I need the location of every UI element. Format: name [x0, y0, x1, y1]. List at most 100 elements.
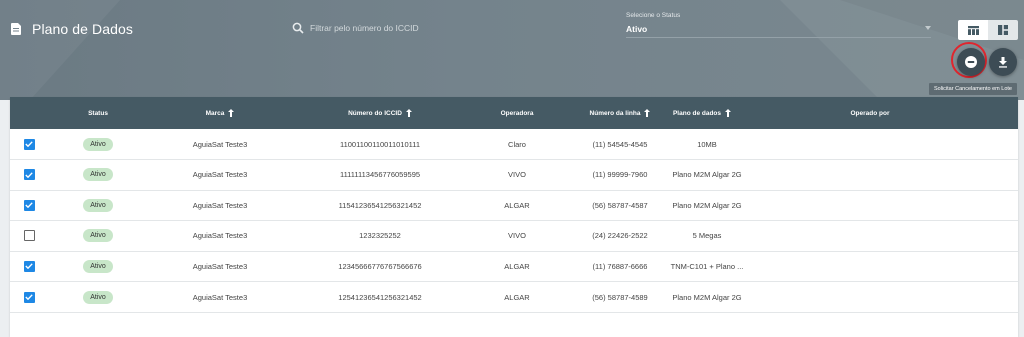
table-row[interactable]: Ativo AguiaSat Teste3 12345666776767566676… [10, 251, 1018, 283]
column-header-label: Número do ICCID [348, 109, 402, 117]
search-icon [292, 22, 304, 34]
status-select-value: Ativo [626, 24, 648, 34]
operadora-cell: ALGAR [504, 292, 530, 302]
row-checkbox-cell [22, 190, 36, 220]
column-header-operado-por[interactable]: Operado por [820, 97, 920, 129]
iccid-cell: 1232325252 [359, 231, 401, 241]
check-icon [25, 171, 33, 178]
page-title: Plano de Dados [32, 21, 134, 37]
marca-cell: AguiaSat Teste3 [192, 200, 248, 210]
status-select-label: Selecione o Status [626, 12, 681, 19]
table-row[interactable]: Ativo AguiaSat Teste3 11541236541256321452… [10, 190, 1018, 222]
marca-cell: AguiaSat Teste3 [192, 261, 248, 271]
row-checkbox[interactable] [23, 138, 35, 150]
plano-cell: TNM-C101 + Plano ... [670, 261, 744, 271]
operado-cell [820, 251, 920, 281]
plano-cell: Plano M2M Algar 2G [672, 200, 742, 210]
operadora-cell: VIVO [508, 170, 526, 180]
chevron-down-icon [925, 26, 931, 30]
operado-cell [820, 160, 920, 190]
search-input[interactable] [310, 23, 570, 33]
column-header-label: Operado por [850, 109, 890, 117]
linha-cell: (11) 99999-7960 [592, 170, 648, 180]
table-row[interactable]: Ativo AguiaSat Teste3 1232325252 VIVO (24) 2… [10, 221, 1018, 252]
status-cell: Ativo [68, 190, 128, 220]
sort-arrow-up-icon [725, 109, 732, 117]
row-checkbox-cell [22, 221, 36, 251]
column-header-label: Número da linha [589, 109, 641, 117]
table-row[interactable]: Ativo AguiaSat Teste3 11001100110011010111… [10, 129, 1018, 160]
column-header-label: Status [88, 109, 108, 117]
column-header-iccid[interactable]: Número do ICCID [320, 97, 440, 129]
row-checkbox-cell [22, 129, 36, 159]
check-icon [25, 141, 33, 147]
row-checkbox[interactable] [23, 260, 35, 272]
marca-cell: AguiaSat Teste3 [192, 139, 248, 149]
operadora-cell: VIVO [508, 231, 526, 241]
document-icon [11, 23, 21, 35]
column-header-status[interactable]: Status [68, 97, 128, 129]
column-header-label: Operadora [500, 109, 534, 117]
status-badge: Ativo [83, 290, 113, 304]
tooltip: Solicitar Cancelamento em Lote [929, 83, 1017, 95]
sort-arrow-up-icon [405, 109, 412, 117]
plano-cell: 10MB [697, 139, 717, 149]
status-badge: Ativo [83, 168, 113, 182]
status-cell: Ativo [68, 251, 128, 281]
iccid-cell: 11541236541256321452 [338, 200, 422, 210]
row-checkbox-cell [22, 282, 36, 312]
row-checkbox-cell [22, 160, 36, 190]
page-title-group: Plano de Dados [11, 21, 133, 37]
download-button[interactable] [989, 48, 1017, 76]
status-cell: Ativo [68, 221, 128, 251]
marca-cell: AguiaSat Teste3 [192, 292, 248, 302]
row-checkbox[interactable] [23, 169, 35, 181]
status-badge: Ativo [83, 229, 113, 243]
marca-cell: AguiaSat Teste3 [192, 170, 248, 180]
operado-cell [820, 221, 920, 251]
linha-cell: (24) 22426-2522 [592, 231, 648, 241]
marca-cell: AguiaSat Teste3 [192, 231, 248, 241]
plano-cell: 5 Megas [692, 231, 722, 241]
table-header: Status Marca Número do ICCID Operadora N… [10, 97, 1018, 129]
column-header-label: Marca [205, 109, 225, 117]
grid-view-button[interactable] [988, 20, 1018, 40]
sort-arrow-up-icon [228, 109, 235, 117]
row-checkbox[interactable] [23, 291, 35, 303]
column-header-operadora[interactable]: Operadora [477, 97, 557, 129]
column-header-linha[interactable]: Número da linha [580, 97, 660, 129]
data-table: Status Marca Número do ICCID Operadora N… [10, 97, 1018, 337]
status-cell: Ativo [68, 129, 128, 159]
table-view-button[interactable] [958, 20, 988, 40]
row-checkbox[interactable] [23, 230, 35, 242]
status-select[interactable]: Selecione o Status Ativo [626, 12, 931, 38]
check-icon [25, 263, 33, 270]
linha-cell: (11) 54545-4545 [592, 139, 648, 149]
status-badge: Ativo [83, 137, 113, 151]
iccid-cell: 11111113456776059595 [339, 170, 421, 180]
table-row[interactable]: Ativo AguiaSat Teste3 12541236541256321452… [10, 282, 1018, 313]
table-row[interactable]: Ativo AguiaSat Teste3 11111113456776059595… [10, 160, 1018, 191]
bulk-cancel-button[interactable] [957, 48, 985, 76]
plano-cell: Plano M2M Algar 2G [672, 292, 742, 302]
search-box[interactable] [292, 22, 582, 34]
row-checkbox-cell [22, 251, 36, 281]
operado-cell [820, 129, 920, 159]
iccid-cell: 12345666776767566676 [338, 261, 422, 271]
column-header-label: Plano de dados [672, 109, 722, 117]
operadora-cell: ALGAR [504, 261, 530, 271]
linha-cell: (56) 58787-4589 [592, 292, 648, 302]
column-header-marca[interactable]: Marca [175, 97, 265, 129]
status-select-underline [626, 37, 931, 38]
row-checkbox[interactable] [23, 199, 35, 211]
status-cell: Ativo [68, 160, 128, 190]
status-cell: Ativo [68, 282, 128, 312]
column-header-plano[interactable]: Plano de dados [662, 97, 742, 129]
operado-cell [820, 190, 920, 220]
table-icon [967, 25, 979, 35]
check-icon [25, 294, 33, 300]
check-icon [25, 202, 33, 209]
status-badge: Ativo [83, 198, 113, 212]
remove-circle-icon [965, 56, 977, 68]
page-header: Plano de Dados Selecione o Status Ativo [0, 0, 1024, 100]
